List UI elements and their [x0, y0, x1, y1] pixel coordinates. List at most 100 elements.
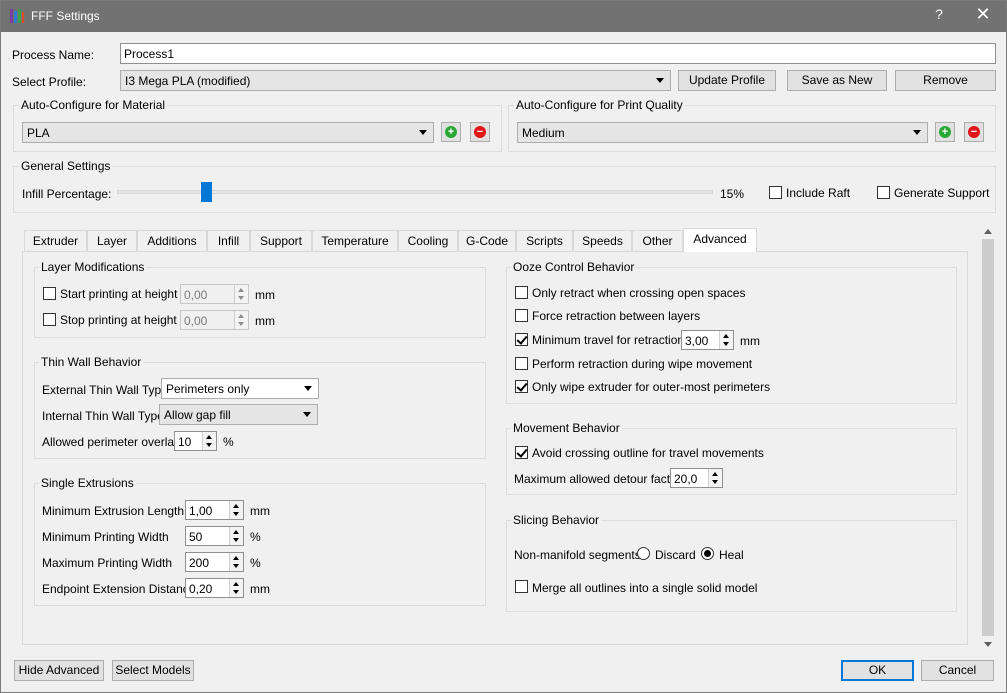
tab-advanced[interactable]: Advanced — [683, 228, 757, 252]
remove-quality-button[interactable]: − — [964, 122, 984, 142]
tab-gcode[interactable]: G-Code — [458, 230, 516, 251]
cancel-button[interactable]: Cancel — [921, 660, 994, 681]
min-printing-width-spinbox[interactable]: 50 — [185, 526, 244, 546]
min-travel-label: Minimum travel for retraction — [532, 333, 685, 347]
stop-printing-checkbox[interactable] — [43, 313, 56, 326]
remove-material-button[interactable]: − — [470, 122, 490, 142]
save-as-new-button[interactable]: Save as New — [787, 70, 887, 91]
spin-arrows-icon[interactable] — [202, 432, 216, 450]
wipe-retraction-checkbox[interactable] — [515, 357, 528, 370]
quality-group-title: Auto-Configure for Print Quality — [514, 98, 685, 112]
start-printing-checkbox[interactable] — [43, 287, 56, 300]
generate-support-checkbox[interactable] — [877, 186, 890, 199]
scroll-up-icon[interactable] — [984, 229, 992, 234]
tab-temperature[interactable]: Temperature — [312, 230, 398, 251]
infill-slider-handle[interactable] — [200, 182, 212, 202]
generate-support-label: Generate Support — [894, 186, 990, 200]
update-profile-button[interactable]: Update Profile — [678, 70, 776, 91]
tab-additions[interactable]: Additions — [137, 230, 207, 251]
chevron-down-icon — [304, 386, 312, 391]
tab-infill[interactable]: Infill — [207, 230, 250, 251]
movement-title: Movement Behavior — [511, 421, 622, 435]
min-extrusion-length-unit: mm — [250, 504, 270, 518]
avoid-crossing-label: Avoid crossing outline for travel moveme… — [532, 446, 764, 460]
external-thin-wall-label: External Thin Wall Type — [42, 383, 168, 397]
external-thin-wall-select[interactable]: Perimeters only — [161, 378, 319, 399]
heal-radio[interactable] — [701, 547, 714, 560]
avoid-crossing-checkbox[interactable] — [515, 446, 528, 459]
heal-label: Heal — [719, 548, 744, 562]
chevron-down-icon — [419, 130, 427, 135]
stop-height-spinbox[interactable]: 0,00 — [180, 310, 249, 330]
fff-settings-window: FFF Settings ? ✕ Process Name: Process1 … — [0, 0, 1007, 693]
spin-arrows-icon[interactable] — [229, 553, 243, 571]
material-group-title: Auto-Configure for Material — [19, 98, 168, 112]
profile-select[interactable]: I3 Mega PLA (modified) — [120, 70, 671, 91]
only-retract-checkbox[interactable] — [515, 286, 528, 299]
nonmanifold-label: Non-manifold segments: — [514, 548, 645, 562]
scroll-down-icon[interactable] — [984, 642, 992, 647]
merge-outlines-checkbox[interactable] — [515, 580, 528, 593]
tab-support[interactable]: Support — [250, 230, 312, 251]
external-thin-wall-value: Perimeters only — [166, 382, 250, 396]
internal-thin-wall-select[interactable]: Allow gap fill — [159, 404, 318, 425]
tab-cooling[interactable]: Cooling — [398, 230, 458, 251]
spin-arrows-icon[interactable] — [719, 331, 733, 349]
close-button[interactable]: ✕ — [973, 4, 993, 26]
thin-wall-title: Thin Wall Behavior — [39, 355, 144, 369]
material-select[interactable]: PLA — [22, 122, 434, 143]
min-extrusion-length-spinbox[interactable]: 1,00 — [185, 500, 244, 520]
remove-profile-button[interactable]: Remove — [895, 70, 996, 91]
min-travel-checkbox[interactable] — [515, 333, 528, 346]
general-settings-title: General Settings — [19, 159, 113, 173]
only-wipe-checkbox[interactable] — [515, 380, 528, 393]
min-travel-value: 3,00 — [685, 334, 709, 348]
spin-arrows-icon[interactable] — [708, 469, 722, 487]
force-retraction-checkbox[interactable] — [515, 309, 528, 322]
add-quality-button[interactable]: + — [935, 122, 955, 142]
min-printing-width-label: Minimum Printing Width — [42, 530, 169, 544]
chevron-down-icon — [303, 412, 311, 417]
select-models-button[interactable]: Select Models — [112, 660, 194, 681]
spin-arrows-icon[interactable] — [229, 501, 243, 519]
spin-arrows-icon[interactable] — [234, 311, 248, 329]
tab-extruder[interactable]: Extruder — [24, 230, 87, 251]
plus-icon: + — [445, 126, 457, 138]
discard-radio[interactable] — [637, 547, 650, 560]
ok-button[interactable]: OK — [841, 660, 914, 681]
internal-thin-wall-label: Internal Thin Wall Type — [42, 409, 164, 423]
process-name-input[interactable]: Process1 — [120, 43, 996, 64]
include-raft-checkbox[interactable] — [769, 186, 782, 199]
start-height-spinbox[interactable]: 0,00 — [180, 284, 249, 304]
internal-thin-wall-value: Allow gap fill — [164, 408, 231, 422]
minus-icon: − — [474, 126, 486, 138]
layer-modifications-title: Layer Modifications — [39, 260, 147, 274]
perimeter-overlap-spinbox[interactable]: 10 — [174, 431, 217, 451]
help-button[interactable]: ? — [931, 6, 947, 26]
profile-select-value: I3 Mega PLA (modified) — [125, 74, 251, 88]
wipe-retraction-label: Perform retraction during wipe movement — [532, 357, 753, 371]
infill-percentage-value: 15% — [720, 187, 745, 201]
tab-layer[interactable]: Layer — [87, 230, 137, 251]
tab-scripts[interactable]: Scripts — [516, 230, 573, 251]
spin-arrows-icon[interactable] — [234, 285, 248, 303]
detour-factor-spinbox[interactable]: 20,0 — [670, 468, 723, 488]
tab-speeds[interactable]: Speeds — [573, 230, 632, 251]
min-extrusion-length-label: Minimum Extrusion Length — [42, 504, 185, 518]
merge-outlines-label: Merge all outlines into a single solid m… — [532, 581, 758, 595]
quality-select[interactable]: Medium — [517, 122, 928, 143]
tab-other[interactable]: Other — [632, 230, 683, 251]
quality-select-value: Medium — [522, 126, 565, 140]
min-travel-spinbox[interactable]: 3,00 — [681, 330, 734, 350]
infill-percentage-label: Infill Percentage: — [22, 187, 112, 201]
add-material-button[interactable]: + — [441, 122, 461, 142]
max-printing-width-spinbox[interactable]: 200 — [185, 552, 244, 572]
endpoint-extension-spinbox[interactable]: 0,20 — [185, 578, 244, 598]
spin-arrows-icon[interactable] — [229, 527, 243, 545]
hide-advanced-button[interactable]: Hide Advanced — [14, 660, 104, 681]
max-printing-width-label: Maximum Printing Width — [42, 556, 173, 570]
spin-arrows-icon[interactable] — [229, 579, 243, 597]
scrollbar-thumb[interactable] — [982, 239, 994, 636]
discard-label: Discard — [655, 548, 696, 562]
max-printing-width-value: 200 — [189, 556, 210, 570]
